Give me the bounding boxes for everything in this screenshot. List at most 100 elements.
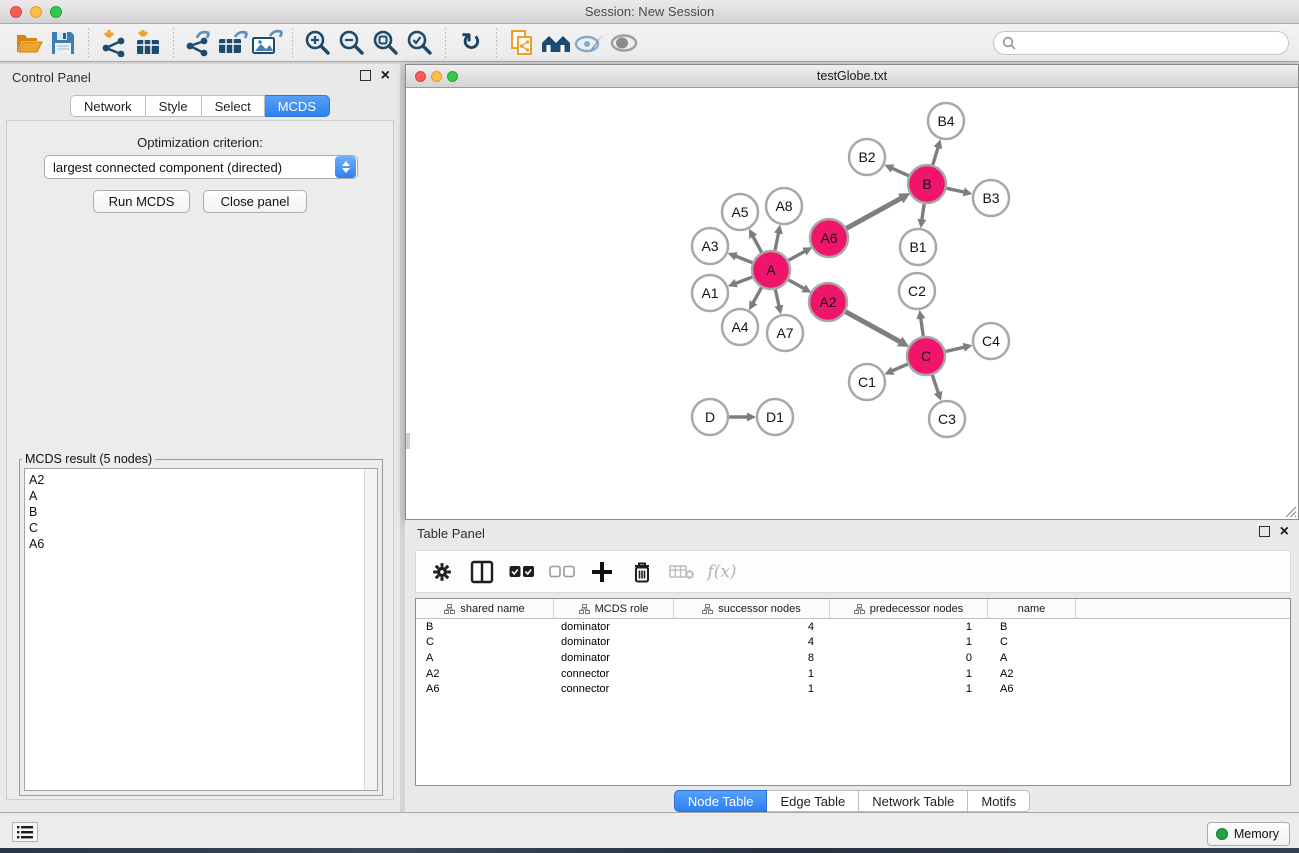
graph-node-A1[interactable]: A1 [692,275,728,311]
graph-node-A6[interactable]: A6 [810,219,848,257]
mcds-result-item[interactable]: A2 [25,472,377,488]
column-header-successor-nodes[interactable]: successor nodes [674,599,830,618]
search-field[interactable] [993,31,1289,55]
graph-node-C[interactable]: C [907,337,945,375]
graph-edge-B-B4[interactable] [932,139,942,166]
create-column-plus-icon[interactable] [584,557,620,587]
toggle-graphics-details-icon[interactable] [573,28,607,58]
graph-node-A2[interactable]: A2 [809,283,847,321]
graph-edge-A-A5[interactable] [749,229,762,253]
tab-network[interactable]: Network [70,95,146,117]
table-cell[interactable]: 1 [830,636,988,648]
graph-edge-B-B1[interactable] [918,203,927,228]
show-column-panel-icon[interactable] [464,557,500,587]
unselect-all-columns-icon[interactable] [544,557,580,587]
graph-edge-A-A4[interactable] [749,287,762,311]
table-cell[interactable]: dominator [554,652,674,664]
table-cell[interactable]: B [416,621,554,633]
table-cell[interactable]: A [416,652,554,664]
zoom-in-icon[interactable] [301,28,335,58]
graph-edge-A-A7[interactable] [775,289,784,315]
table-cell[interactable]: B [988,621,1076,633]
float-table-panel-icon[interactable] [1259,526,1270,537]
table-cell[interactable]: A [988,652,1076,664]
memory-button[interactable]: Memory [1207,822,1290,846]
network-canvas[interactable]: B4B2BB3A8A5A6A3B1AC2A1A2A4A7C4CC1C3DD1 [406,88,1298,519]
table-cell[interactable]: 0 [830,652,988,664]
mcds-list-scrollbar[interactable] [364,469,377,790]
zoom-out-icon[interactable] [335,28,369,58]
show-tasks-button[interactable] [12,822,38,842]
tab-select[interactable]: Select [202,95,265,117]
graph-node-C1[interactable]: C1 [849,364,885,400]
tab-motifs[interactable]: Motifs [968,790,1030,812]
table-settings-gear-icon[interactable] [424,557,460,587]
table-cell[interactable]: A2 [416,668,554,680]
graph-node-A[interactable]: A [752,251,790,289]
graph-node-C4[interactable]: C4 [973,323,1009,359]
graph-edge-C-C1[interactable] [884,364,908,375]
export-network-icon[interactable] [182,28,216,58]
network-window-titlebar[interactable]: testGlobe.txt [406,65,1298,88]
zoom-selected-icon[interactable] [403,28,437,58]
tab-network-table[interactable]: Network Table [859,790,968,812]
close-panel-button[interactable]: Close panel [203,190,307,213]
mcds-result-item[interactable]: B [25,504,377,520]
close-window-button[interactable] [10,6,22,18]
table-cell[interactable]: 4 [674,636,830,648]
tab-edge-table[interactable]: Edge Table [767,790,859,812]
refresh-view-icon[interactable]: ↻ [454,28,488,58]
table-cell[interactable]: connector [554,683,674,695]
graph-edge-D-D1[interactable] [729,413,756,422]
home-icon[interactable] [539,28,573,58]
save-session-icon[interactable] [46,28,80,58]
table-cell[interactable]: 1 [674,668,830,680]
close-panel-icon[interactable]: × [381,70,390,81]
mcds-result-item[interactable]: A [25,488,377,504]
run-mcds-button[interactable]: Run MCDS [93,190,190,213]
table-row[interactable]: Adominator80A [416,650,1290,666]
mcds-result-list[interactable]: A2ABCA6 [24,468,378,791]
open-session-icon[interactable] [12,28,46,58]
resize-grip-icon[interactable] [1282,503,1297,518]
table-cell[interactable]: A6 [416,683,554,695]
graph-edge-A-A2[interactable] [788,279,812,292]
graph-edge-A-A1[interactable] [728,277,753,288]
graph-node-A3[interactable]: A3 [692,228,728,264]
graph-node-A4[interactable]: A4 [722,309,758,345]
graph-node-A7[interactable]: A7 [767,315,803,351]
graph-edge-B-B3[interactable] [946,188,973,197]
tab-style[interactable]: Style [146,95,202,117]
minimize-window-button[interactable] [30,6,42,18]
graph-edge-A2-C[interactable] [845,311,910,347]
column-header-name[interactable]: name [988,599,1076,618]
zoom-window-button[interactable] [50,6,62,18]
import-network-icon[interactable] [97,28,131,58]
tab-mcds[interactable]: MCDS [265,95,330,117]
table-row[interactable]: Bdominator41B [416,619,1290,635]
graph-edge-C-C4[interactable] [945,343,973,352]
import-table-icon[interactable] [131,28,165,58]
column-header-predecessor-nodes[interactable]: predecessor nodes [830,599,988,618]
graph-node-B3[interactable]: B3 [973,180,1009,216]
table-cell[interactable]: connector [554,668,674,680]
export-image-icon[interactable] [250,28,284,58]
delete-column-trash-icon[interactable] [624,557,660,587]
table-cell[interactable]: 4 [674,621,830,633]
table-cell[interactable]: C [416,636,554,648]
table-row[interactable]: Cdominator41C [416,635,1290,651]
graph-node-A5[interactable]: A5 [722,194,758,230]
new-network-from-selection-icon[interactable] [505,28,539,58]
graph-node-B4[interactable]: B4 [928,103,964,139]
graph-node-B2[interactable]: B2 [849,139,885,175]
select-all-columns-icon[interactable] [504,557,540,587]
table-row[interactable]: A2connector11A2 [416,666,1290,682]
graph-edge-B-B2[interactable] [884,164,909,176]
export-table-icon[interactable] [216,28,250,58]
graph-edge-C-C3[interactable] [932,374,942,401]
graph-edge-C-C2[interactable] [916,310,925,337]
birds-eye-view-icon[interactable] [607,28,641,58]
table-cell[interactable]: C [988,636,1076,648]
table-cell[interactable]: 1 [830,683,988,695]
graph-node-D1[interactable]: D1 [757,399,793,435]
